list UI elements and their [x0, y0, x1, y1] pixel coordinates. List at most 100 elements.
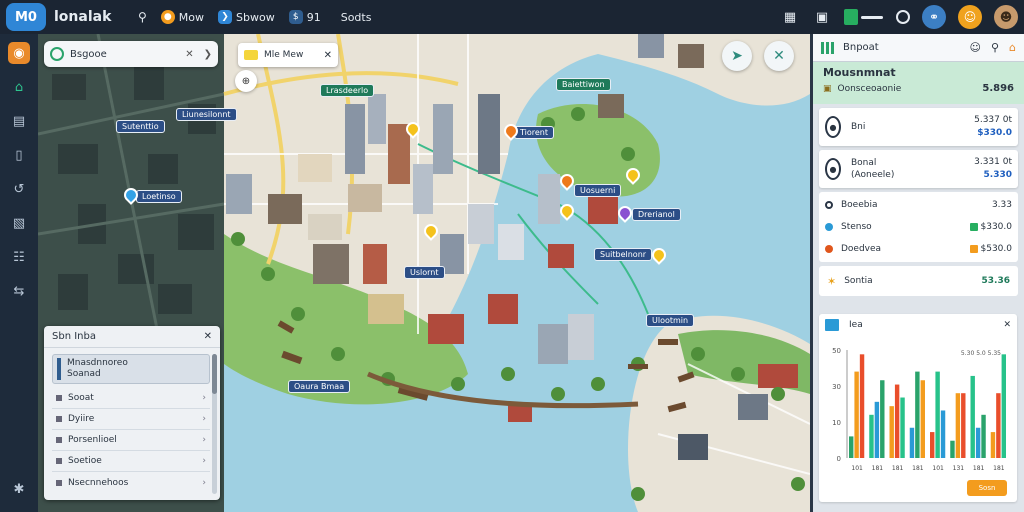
settings-icon[interactable]: ✱ — [8, 478, 30, 500]
chevron-right-icon[interactable]: ❯ — [204, 49, 212, 60]
list-item[interactable]: Stenso $330.0 — [825, 216, 1012, 238]
chart-action-button[interactable]: Sosn — [967, 480, 1007, 496]
chart-bar[interactable] — [849, 436, 854, 458]
chart-bar[interactable] — [930, 432, 935, 458]
chart-bar[interactable] — [915, 371, 920, 458]
map-info-chip[interactable]: Mle Mew ✕ — [238, 43, 338, 67]
app-title: lonalak — [54, 9, 112, 25]
chart-bar[interactable] — [900, 397, 905, 458]
x-tick-label: 101 — [932, 465, 944, 472]
chart-bar[interactable] — [935, 371, 940, 458]
chart-bar[interactable] — [874, 401, 880, 458]
chart-bar[interactable] — [996, 393, 1001, 458]
chart-bar[interactable] — [975, 427, 981, 458]
map-label[interactable]: Baiettiwon — [556, 78, 611, 91]
topbar-search[interactable]: ⚲ — [138, 10, 147, 24]
map-label[interactable]: Uslornt — [404, 266, 445, 279]
chart-bar[interactable] — [1001, 354, 1006, 458]
topbar-item-91[interactable]: $ 91 — [288, 10, 321, 24]
topbar-item-sbwow[interactable]: ❯ Sbwow — [218, 10, 275, 24]
chevron-right-icon: › — [202, 477, 206, 488]
layer-row[interactable]: Soetioe › — [52, 451, 210, 472]
layers-scrollbar[interactable] — [212, 354, 217, 494]
x-tick-label: 181 — [912, 465, 924, 472]
chart-bar[interactable] — [894, 384, 900, 458]
map-label[interactable]: Lrasdeerlo — [320, 84, 375, 97]
top-bar: M0 lonalak ⚲ ● Mow ❯ Sbwow $ 91 Sodts ▦ … — [0, 0, 1024, 34]
metric-card[interactable]: ● Bonal (Aoneele) 3.331 0t 5.330 — [819, 150, 1018, 188]
map-label[interactable]: Sutenttio — [116, 120, 165, 133]
selection-marker — [57, 358, 61, 380]
close-map-button[interactable]: ✕ — [764, 41, 794, 71]
emoji-icon[interactable]: ☺ — [969, 41, 980, 54]
layer-row[interactable]: Nsecnnehoos › — [52, 472, 210, 493]
close-icon[interactable]: ✕ — [1003, 320, 1011, 330]
total-row[interactable]: ✶ Sontia 53.36 — [819, 266, 1018, 296]
chart-bar[interactable] — [869, 414, 874, 458]
chart-bar[interactable] — [854, 371, 859, 458]
inbox-icon[interactable]: ▧ — [8, 212, 30, 234]
map-label[interactable]: Loetinso — [136, 190, 182, 203]
map-label[interactable]: Drerianol — [632, 208, 681, 221]
layer-row[interactable]: Porsenlioel › — [52, 430, 210, 451]
map-label[interactable]: Tiorent — [514, 126, 554, 139]
map-label[interactable]: Ulootmin — [646, 314, 695, 327]
app-window: M0 lonalak ⚲ ● Mow ❯ Sbwow $ 91 Sodts ▦ … — [0, 0, 1024, 512]
list-item[interactable]: Boeebia 3.33 — [825, 194, 1012, 216]
chart-bar[interactable] — [990, 432, 996, 458]
document-icon[interactable]: ▤ — [8, 110, 30, 132]
close-icon[interactable]: ✕ — [204, 331, 212, 342]
route-icon[interactable]: ↺ — [8, 178, 30, 200]
map-canvas[interactable]: Bsgooe ✕ ❯ Mle Mew ✕ ⊕ ➤ ✕ Lrasdeerlo Ba… — [38, 34, 810, 512]
layer-row[interactable]: Sooat › — [52, 388, 210, 409]
search-icon[interactable]: ⚲ — [991, 41, 999, 54]
notification-icon[interactable]: ☺ — [958, 5, 982, 29]
chart-bar[interactable] — [970, 375, 975, 458]
recenter-button[interactable]: ⊕ — [235, 70, 257, 92]
map-label[interactable]: Oaura Bmaa — [288, 380, 351, 393]
chart-bar[interactable] — [955, 393, 961, 458]
chart-bar[interactable] — [940, 410, 946, 458]
app-logo[interactable]: M0 — [6, 3, 46, 31]
map-label[interactable]: Uosuerni — [574, 184, 622, 197]
chart-bar[interactable] — [859, 354, 865, 458]
view-toggle[interactable] — [844, 9, 884, 25]
chart-bar[interactable] — [889, 406, 894, 458]
chart-icon[interactable]: ☷ — [8, 246, 30, 268]
layer-row[interactable]: Dyiire › — [52, 409, 210, 430]
square-icon — [56, 416, 62, 422]
avatar[interactable]: ☻ — [994, 5, 1018, 29]
share-icon[interactable]: ⇆ — [8, 280, 30, 302]
chart-bar[interactable] — [961, 393, 966, 458]
map-label[interactable]: Suitbelnonr — [594, 248, 653, 261]
home-icon[interactable]: ⌂ — [1009, 41, 1016, 54]
navigate-button[interactable]: ➤ — [722, 41, 752, 71]
status-ring-icon[interactable] — [896, 10, 910, 24]
chart-bar[interactable] — [880, 380, 885, 458]
map-search[interactable]: Bsgooe ✕ ❯ — [44, 41, 218, 67]
grid-icon[interactable]: ▦ — [780, 7, 800, 27]
window-icon[interactable]: ▣ — [812, 7, 832, 27]
home-icon[interactable]: ⌂ — [8, 76, 30, 98]
metric-card[interactable]: ● Bni 5.337 0t $330.0 — [819, 108, 1018, 146]
globe-icon[interactable]: ⚭ — [922, 5, 946, 29]
chart-bar[interactable] — [920, 380, 925, 458]
chart-bar[interactable] — [950, 440, 955, 458]
list-item[interactable]: Doedvea $530.0 — [825, 238, 1012, 260]
chart-bar[interactable] — [981, 414, 986, 458]
location-icon[interactable]: ◉ — [8, 42, 30, 64]
scrollbar-thumb[interactable] — [212, 354, 217, 394]
topbar-item-mow[interactable]: ● Mow — [160, 10, 204, 24]
close-icon[interactable]: ✕ — [324, 50, 332, 61]
map-label[interactable]: Liunesilonnt — [176, 108, 237, 121]
layers-selected-item[interactable]: Mnasdnnoreo Soanad — [52, 354, 210, 384]
chart-bar[interactable] — [909, 427, 915, 458]
search-icon: ⚲ — [138, 10, 147, 24]
folder-icon — [244, 50, 258, 60]
close-icon[interactable]: ✕ — [185, 49, 193, 60]
topbar-item-sodts[interactable]: Sodts — [341, 11, 372, 24]
chevron-right-icon: › — [202, 393, 206, 403]
topbar-actions: ▦ ▣ ⚭ ☺ ☻ — [780, 5, 1018, 29]
folder-icon[interactable]: ▯ — [8, 144, 30, 166]
layer-label: Soetioe — [68, 456, 102, 466]
